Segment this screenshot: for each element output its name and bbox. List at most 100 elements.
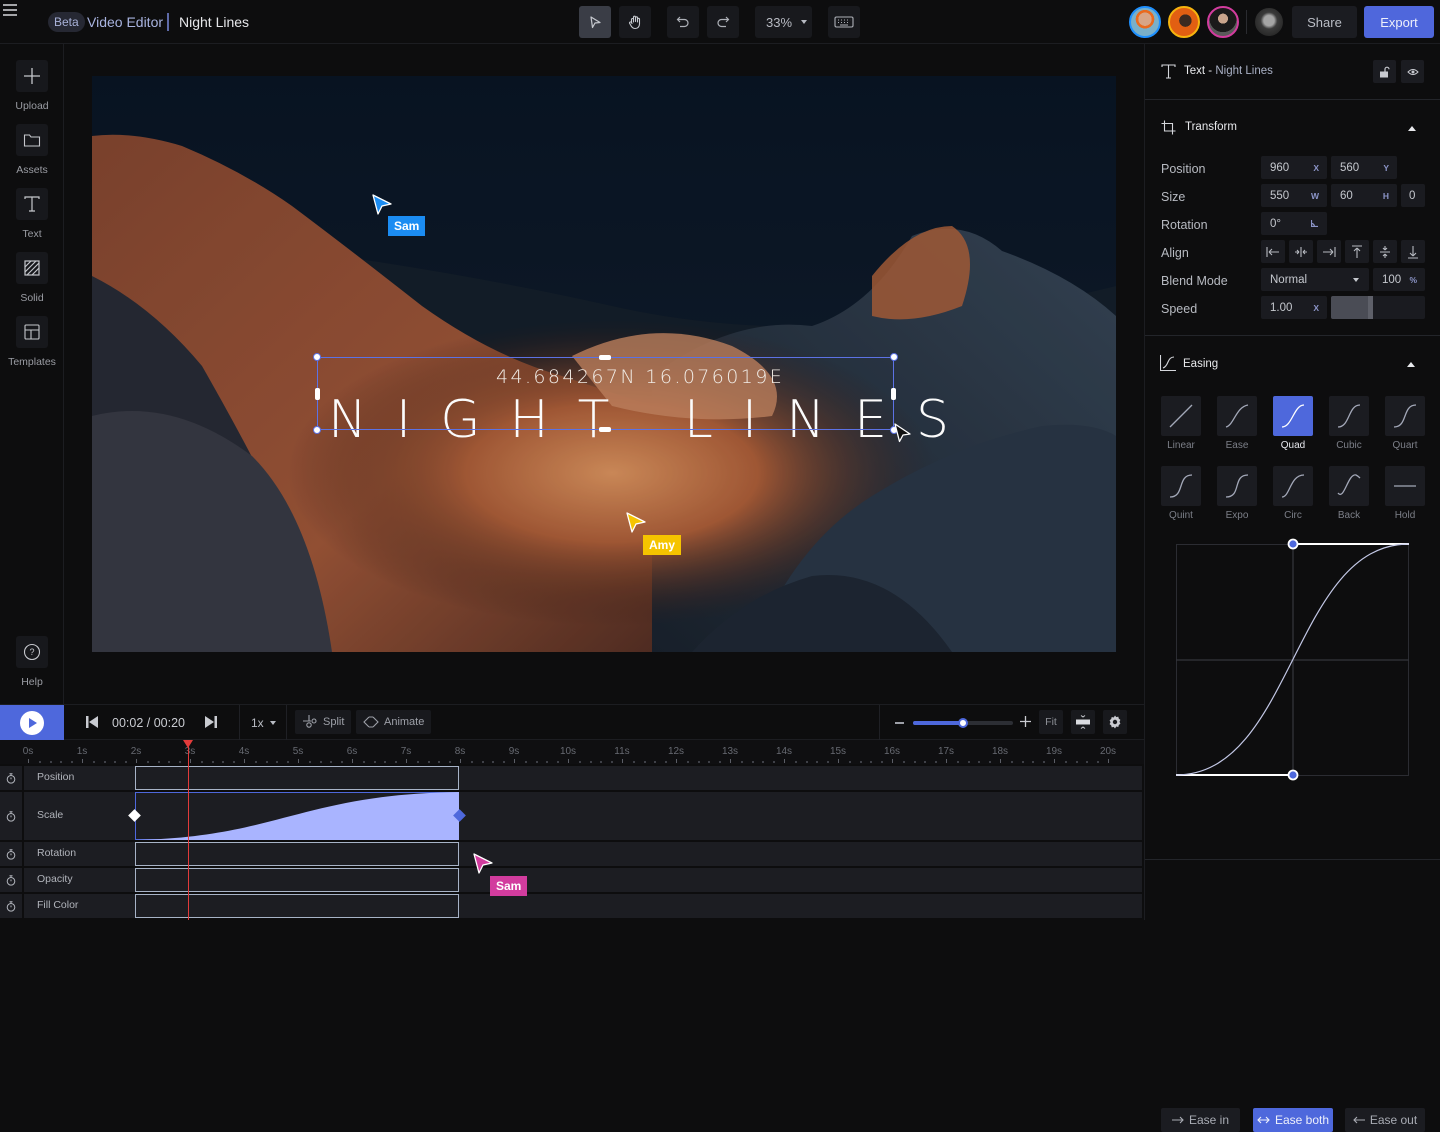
collaborator-avatar-2[interactable] bbox=[1168, 6, 1200, 38]
easing-curve-editor[interactable] bbox=[1161, 534, 1431, 786]
zoom-dropdown[interactable]: 33% bbox=[755, 6, 812, 38]
fit-button[interactable]: Fit bbox=[1039, 710, 1063, 734]
export-button[interactable]: Export bbox=[1364, 6, 1434, 38]
track-keyframe-toggle[interactable] bbox=[0, 766, 24, 790]
track-clip[interactable] bbox=[135, 894, 459, 918]
align-right-button[interactable] bbox=[1317, 240, 1341, 263]
speed-input[interactable]: 1.00 X bbox=[1261, 296, 1327, 319]
sidebar-item-text[interactable]: Text bbox=[0, 188, 64, 248]
easing-preset-back[interactable] bbox=[1329, 466, 1369, 506]
easing-preset-circ[interactable] bbox=[1273, 466, 1313, 506]
ease-out-button[interactable]: Ease out bbox=[1345, 1108, 1425, 1132]
share-button[interactable]: Share bbox=[1292, 6, 1357, 38]
zoom-in-button[interactable] bbox=[1020, 716, 1031, 727]
blend-mode-select[interactable]: Normal bbox=[1261, 268, 1369, 291]
opacity-input[interactable]: 100% bbox=[1373, 268, 1425, 291]
collaborator-avatar-3[interactable] bbox=[1207, 6, 1239, 38]
track-keyframe-toggle[interactable] bbox=[0, 842, 24, 866]
easing-preset-linear[interactable] bbox=[1161, 396, 1201, 436]
align-top-button[interactable] bbox=[1345, 240, 1369, 263]
rotation-input[interactable]: 0° bbox=[1261, 212, 1327, 235]
user-avatar[interactable] bbox=[1253, 6, 1285, 38]
collapse-icon[interactable] bbox=[1407, 362, 1415, 367]
timeline-zoom-slider[interactable] bbox=[913, 718, 1013, 728]
align-center-v-button[interactable] bbox=[1373, 240, 1397, 263]
control-point-1[interactable] bbox=[1287, 769, 1299, 781]
playhead-handle[interactable] bbox=[182, 740, 193, 748]
keyboard-shortcuts-button[interactable] bbox=[828, 6, 860, 38]
align-center-h-button[interactable] bbox=[1289, 240, 1313, 263]
track-fill-color[interactable]: Fill Color bbox=[0, 894, 1142, 918]
sidebar-item-solid[interactable]: Solid bbox=[0, 252, 64, 312]
animate-button[interactable]: Animate bbox=[356, 710, 432, 734]
ease-in-button[interactable]: Ease in bbox=[1161, 1108, 1240, 1132]
track-keyframe-toggle[interactable] bbox=[0, 868, 24, 892]
resize-handle-bottom-left[interactable] bbox=[313, 426, 321, 434]
align-left-button[interactable] bbox=[1261, 240, 1285, 263]
easing-preset-hold[interactable] bbox=[1385, 466, 1425, 506]
track-rotation[interactable]: Rotation bbox=[0, 842, 1142, 866]
easing-preset-cubic[interactable] bbox=[1329, 396, 1369, 436]
lock-button[interactable] bbox=[1373, 60, 1396, 83]
document-title[interactable]: Night Lines bbox=[179, 14, 249, 30]
resize-handle-bottom[interactable] bbox=[599, 427, 611, 432]
track-clip[interactable] bbox=[135, 842, 459, 866]
easing-preset-ease[interactable] bbox=[1217, 396, 1257, 436]
skip-to-start-button[interactable] bbox=[86, 716, 98, 728]
size-width-input[interactable]: 550 W bbox=[1261, 184, 1327, 207]
easing-preset-quint[interactable] bbox=[1161, 466, 1201, 506]
zoom-out-button[interactable] bbox=[895, 722, 904, 724]
easing-preset-expo[interactable] bbox=[1217, 466, 1257, 506]
track-scale[interactable]: Scale bbox=[0, 792, 1142, 840]
visibility-button[interactable] bbox=[1401, 60, 1424, 83]
control-point-2[interactable] bbox=[1287, 538, 1299, 550]
size-height-input[interactable]: 60 H bbox=[1331, 184, 1397, 207]
speed-slider[interactable] bbox=[1331, 296, 1425, 319]
ruler-tick bbox=[1054, 759, 1055, 763]
easing-preset-quad[interactable] bbox=[1273, 396, 1313, 436]
play-button[interactable] bbox=[0, 705, 64, 741]
sidebar-item-templates[interactable]: Templates bbox=[0, 316, 64, 376]
sidebar-item-upload[interactable]: Upload bbox=[0, 60, 64, 120]
resize-handle-left[interactable] bbox=[315, 388, 320, 400]
timeline-settings-button[interactable] bbox=[1103, 710, 1127, 734]
undo-button[interactable] bbox=[667, 6, 699, 38]
ease-both-button[interactable]: Ease both bbox=[1253, 1108, 1333, 1132]
track-position[interactable]: Position bbox=[0, 766, 1142, 790]
resize-handle-top[interactable] bbox=[599, 355, 611, 360]
track-clip[interactable] bbox=[135, 868, 459, 892]
easing-preset-label: Quad bbox=[1280, 440, 1306, 451]
video-preview[interactable]: 44.684267N 16.076019E NIGHT LINES Sam Am… bbox=[92, 76, 1116, 652]
collapse-icon[interactable] bbox=[1408, 126, 1416, 131]
selection-box[interactable] bbox=[313, 353, 898, 434]
resize-handle-right[interactable] bbox=[891, 388, 896, 400]
layout-icon bbox=[24, 324, 40, 340]
menu-button[interactable] bbox=[0, 0, 20, 20]
position-x-input[interactable]: 960 X bbox=[1261, 156, 1327, 179]
track-clip[interactable] bbox=[135, 766, 459, 790]
track-keyframe-toggle[interactable] bbox=[0, 894, 24, 918]
speed-slider-handle[interactable] bbox=[1368, 296, 1374, 319]
easing-preset-quart[interactable] bbox=[1385, 396, 1425, 436]
size-extra-input[interactable]: 0 bbox=[1401, 184, 1425, 207]
resize-handle-top-right[interactable] bbox=[890, 353, 898, 361]
select-tool-button[interactable] bbox=[579, 6, 611, 38]
collaborator-avatar-1[interactable] bbox=[1129, 6, 1161, 38]
skip-to-end-button[interactable] bbox=[205, 716, 217, 728]
track-height-button[interactable] bbox=[1071, 710, 1095, 734]
split-button[interactable]: Split bbox=[295, 710, 352, 734]
playback-speed-dropdown[interactable]: 1x bbox=[251, 716, 276, 730]
sidebar-item-assets[interactable]: Assets bbox=[0, 124, 64, 184]
resize-handle-top-left[interactable] bbox=[313, 353, 321, 361]
track-keyframe-toggle[interactable] bbox=[0, 792, 24, 840]
align-bottom-button[interactable] bbox=[1401, 240, 1425, 263]
redo-button[interactable] bbox=[707, 6, 739, 38]
position-y-input[interactable]: 560 Y bbox=[1331, 156, 1397, 179]
track-opacity[interactable]: Opacity bbox=[0, 868, 1142, 892]
timeline-zoom-handle[interactable] bbox=[958, 718, 968, 728]
timeline-ruler[interactable]: 0s 1s 2s 3s 4s 5s 6s 7s 8s 9s 10s 11s 12s 13s 14s 15s 16… bbox=[0, 740, 1144, 764]
hand-tool-button[interactable] bbox=[619, 6, 651, 38]
scale-curve-fill bbox=[135, 792, 459, 840]
help-button[interactable]: ? Help bbox=[0, 636, 64, 696]
track-clip[interactable] bbox=[135, 792, 459, 840]
